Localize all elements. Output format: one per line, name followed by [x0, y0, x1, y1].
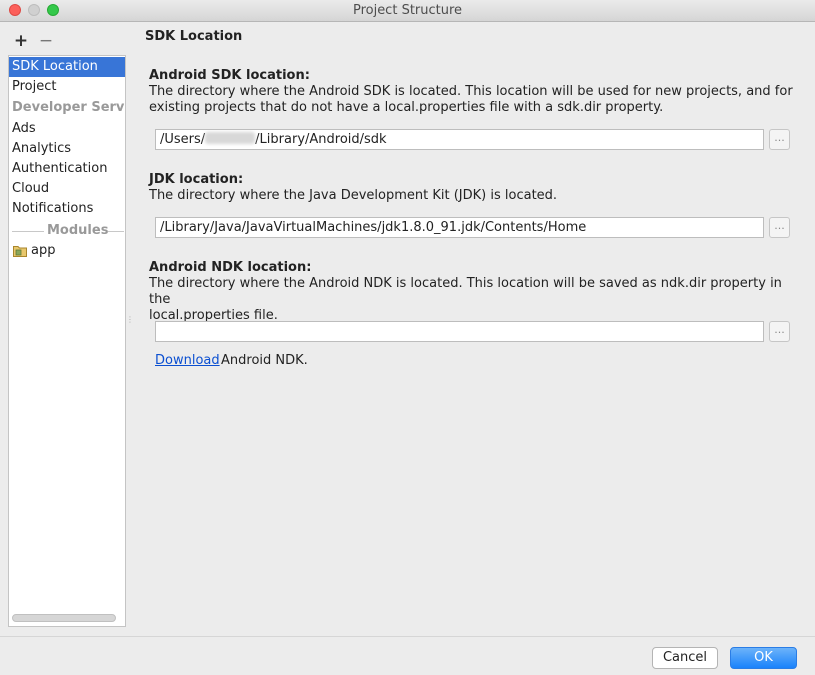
android-ndk-path-field[interactable]	[155, 321, 764, 342]
separator-line	[12, 231, 44, 232]
redacted-username	[205, 132, 256, 144]
sidebar-item-sdk-location[interactable]: SDK Location	[9, 57, 125, 77]
android-ndk-browse-button[interactable]: ...	[769, 321, 790, 342]
module-folder-icon	[13, 246, 27, 257]
sidebar-item-notifications[interactable]: Notifications	[9, 199, 125, 219]
sidebar-item-app[interactable]: app	[9, 241, 125, 261]
download-ndk-text: Android NDK.	[221, 353, 308, 368]
android-sdk-browse-button[interactable]: ...	[769, 129, 790, 150]
developer-services-header: Developer Services	[12, 100, 125, 115]
android-ndk-description: The directory where the Android NDK is l…	[149, 276, 799, 324]
android-sdk-description: The directory where the Android SDK is l…	[149, 84, 799, 116]
remove-button[interactable]: −	[38, 32, 54, 50]
android-ndk-location-title: Android NDK location:	[149, 260, 312, 275]
sidebar-item-label: app	[31, 243, 56, 258]
download-ndk-link[interactable]: Download	[155, 353, 220, 368]
window-title: Project Structure	[352, 3, 463, 18]
path-suffix: /Library/Android/sdk	[255, 132, 387, 147]
footer-divider	[0, 636, 815, 637]
android-sdk-location-title: Android SDK location:	[149, 68, 310, 83]
splitter-handle[interactable]: ⋮	[126, 316, 134, 330]
ok-button[interactable]: OK	[730, 647, 797, 669]
modules-header: Modules	[47, 223, 109, 238]
project-structure-window: Project Structure + − SDK Location Proje…	[0, 0, 815, 675]
title-bar: Project Structure	[0, 0, 815, 22]
cancel-button[interactable]: Cancel	[652, 647, 718, 669]
sidebar-item-ads[interactable]: Ads	[9, 119, 125, 139]
jdk-description: The directory where the Java Development…	[149, 188, 558, 203]
jdk-browse-button[interactable]: ...	[769, 217, 790, 238]
sidebar-item-project[interactable]: Project	[9, 77, 125, 97]
description-line: existing projects that do not have a loc…	[149, 100, 664, 115]
path-prefix: /Users/	[160, 132, 206, 147]
modules-separator: Modules	[9, 221, 125, 241]
add-button[interactable]: +	[13, 32, 29, 50]
sidebar-item-cloud[interactable]: Cloud	[9, 179, 125, 199]
sidebar-horizontal-scrollbar[interactable]	[12, 614, 116, 622]
sidebar-item-authentication[interactable]: Authentication	[9, 159, 125, 179]
android-sdk-path-field[interactable]: /Users/ /Library/Android/sdk	[155, 129, 764, 150]
description-line: The directory where the Android NDK is l…	[149, 276, 782, 307]
jdk-path-field[interactable]: /Library/Java/JavaVirtualMachines/jdk1.8…	[155, 217, 764, 238]
sidebar-item-analytics[interactable]: Analytics	[9, 139, 125, 159]
sidebar: SDK Location Project Developer Services …	[8, 55, 126, 627]
separator-line	[108, 231, 124, 232]
description-line: The directory where the Android SDK is l…	[149, 84, 793, 99]
jdk-location-title: JDK location:	[149, 172, 244, 187]
page-title: SDK Location	[145, 29, 243, 44]
